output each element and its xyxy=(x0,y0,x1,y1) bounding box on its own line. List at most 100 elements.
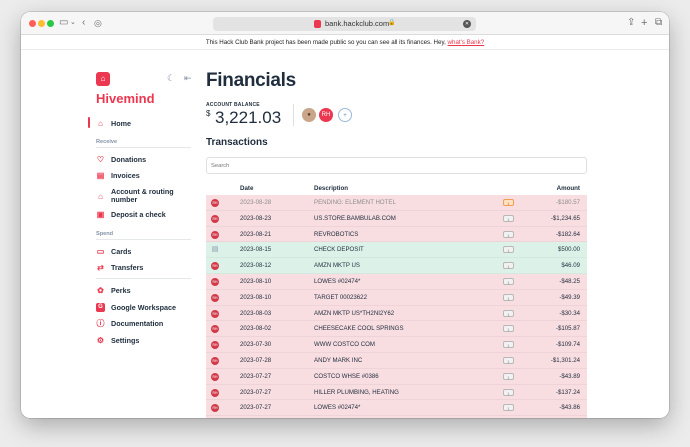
member-avatar-photo[interactable]: ● xyxy=(302,108,316,122)
share-icon[interactable]: ⇪ xyxy=(627,16,635,30)
receipt-badge-icon[interactable]: 1 xyxy=(503,246,514,254)
clear-url-icon[interactable]: ✕ xyxy=(463,20,471,28)
user-avatar: RH xyxy=(211,262,219,271)
table-row[interactable]: RH 2023-07-30 WWW COSTCO COM 1 -$109.74 xyxy=(206,337,587,353)
table-row[interactable]: RH2023-07-26WALMART.COM1-$15.79 xyxy=(206,416,587,418)
sidebar-item-account-routing[interactable]: ⌂ Account & routing number xyxy=(96,187,181,205)
chevron-down-icon[interactable]: ⌄ xyxy=(70,16,76,30)
sidebar-item-cards[interactable]: ▭ Cards xyxy=(96,244,132,258)
table-row[interactable]: RH 2023-08-10 LOWES #02474* 1 -$48.25 xyxy=(206,273,587,290)
organization-name[interactable]: Hivemind xyxy=(96,91,155,106)
table-header: Date Description Amount xyxy=(206,185,587,195)
transaction-date: 2023-07-30 xyxy=(240,341,272,349)
transaction-description: REVROBOTICS xyxy=(314,230,359,238)
sidebar-item-donations[interactable]: ♡ Donations xyxy=(96,152,146,166)
transaction-amount: -$109.74 xyxy=(555,341,580,349)
section-receive-label: Receive xyxy=(96,139,118,145)
sidebar-item-settings[interactable]: ⚙ Settings xyxy=(96,333,139,347)
column-header-amount: Amount xyxy=(556,185,580,192)
table-row[interactable]: RH 2023-07-28 ANDY MARK INC 1 -$1,301.24 xyxy=(206,352,587,369)
table-row[interactable]: RH 2023-08-02 CHEESECAKE COOL SPRINGS 1 -$10… xyxy=(206,321,587,338)
moon-icon[interactable]: ☾ xyxy=(167,73,175,84)
column-header-date: Date xyxy=(240,185,254,192)
browser-window: ▭ ⌄ ‹ ◎ bank.hackclub.com 🔒 ✕ ⇪ + ⧉ This… xyxy=(21,12,669,418)
receipt-badge-icon[interactable]: 1 xyxy=(503,214,514,222)
table-row[interactable]: RH 2023-08-23 US.STORE.BAMBULAB.COM 1 -$1,23… xyxy=(206,210,587,227)
receipt-badge-icon[interactable]: 1 xyxy=(503,404,514,412)
sidebar-item-home[interactable]: ⌂ Home xyxy=(96,116,131,130)
transactions-heading: Transactions xyxy=(206,137,268,148)
active-indicator xyxy=(88,117,90,128)
user-avatar: RH xyxy=(211,214,219,223)
receipt-badge-icon[interactable]: 1 xyxy=(503,293,514,301)
table-row[interactable]: RH 2023-07-27 COSTCO WHSE #0386 1 -$43.89 xyxy=(206,368,587,385)
transaction-date: 2023-08-28 xyxy=(240,199,272,206)
user-avatar: RH xyxy=(211,230,219,239)
receipt-badge-icon[interactable]: 1 xyxy=(503,388,514,396)
transaction-amount: -$1,234.65 xyxy=(550,214,580,222)
add-member-icon[interactable]: + xyxy=(338,108,352,122)
receipt-badge-icon[interactable]: 1 xyxy=(503,309,514,317)
receipt-badge-icon[interactable]: 1 xyxy=(503,372,514,380)
transaction-amount: -$182.64 xyxy=(555,230,580,238)
receipt-badge-icon[interactable]: 1 xyxy=(503,356,514,364)
sidebar-item-google-workspace[interactable]: G Google Workspace xyxy=(96,300,176,314)
url-text: bank.hackclub.com xyxy=(325,19,390,28)
sidebar-item-transfers[interactable]: ⇄ Transfers xyxy=(96,260,143,274)
section-spend-label: Spend xyxy=(96,231,114,237)
transaction-date: 2023-08-03 xyxy=(240,309,272,317)
main-content: Financials ACCOUNT BALANCE $ 3,221.03 ● … xyxy=(205,50,669,418)
search-input[interactable] xyxy=(206,157,587,174)
sidebar-item-perks[interactable]: ✿ Perks xyxy=(96,283,130,297)
bank-logo-icon[interactable]: ⌂ xyxy=(96,72,110,86)
close-window-button[interactable] xyxy=(29,20,36,27)
transaction-description: ANDY MARK INC xyxy=(314,356,363,364)
user-avatar: RH xyxy=(211,199,219,207)
back-icon[interactable]: ‹ xyxy=(82,16,85,30)
page-title: Financials xyxy=(206,70,296,91)
table-row[interactable]: ▤ 2023-08-15 CHECK DEPOSIT 1 $500.00 xyxy=(206,242,587,259)
sidebar: ⌂ ☾ ⇤ Hivemind ⌂ Home Receive ♡ Donation… xyxy=(21,50,201,418)
tab-overview-icon[interactable]: ⧉ xyxy=(655,16,662,30)
user-avatar: RH xyxy=(211,372,219,381)
user-avatar: RH xyxy=(211,325,219,334)
receipt-badge-icon[interactable]: 1 xyxy=(503,325,514,333)
table-row[interactable]: RH 2023-08-28 PENDING: ELEMENT HOTEL 1 -$180… xyxy=(206,195,587,211)
new-tab-icon[interactable]: + xyxy=(641,16,647,30)
check-deposit-icon: ▤ xyxy=(211,246,219,254)
transaction-description: TARGET 00023622 xyxy=(314,293,367,301)
receipt-badge-icon[interactable]: 1 xyxy=(503,277,514,285)
address-bar[interactable]: bank.hackclub.com 🔒 ✕ xyxy=(213,17,476,31)
receipt-badge-icon[interactable]: 1 xyxy=(503,230,514,238)
user-avatar: RH xyxy=(211,341,219,350)
transaction-date: 2023-07-27 xyxy=(240,404,272,412)
table-row[interactable]: RH 2023-08-12 AMZN MKTP US 1 $46.09 xyxy=(206,258,587,274)
transaction-description: WALMART.COM xyxy=(314,416,359,418)
transaction-amount: -$49.39 xyxy=(559,293,580,301)
table-row[interactable]: RH 2023-07-27 HILLER PLUMBING, HEATING 1 -$1… xyxy=(206,384,587,401)
logout-icon[interactable]: ⇤ xyxy=(184,73,192,84)
table-row[interactable]: RH 2023-07-27 LOWES #02474* 1 -$43.86 xyxy=(206,400,587,417)
transaction-amount: $500.00 xyxy=(557,246,580,254)
privacy-shield-icon[interactable]: ◎ xyxy=(94,16,102,30)
receipt-badge-icon[interactable]: 1 xyxy=(503,262,514,270)
member-avatar-initials[interactable]: RH xyxy=(319,108,333,122)
minimize-window-button[interactable] xyxy=(38,20,45,27)
transfer-icon: ⇄ xyxy=(97,262,104,272)
transaction-amount: -$43.86 xyxy=(559,404,580,412)
sidebar-item-documentation[interactable]: ⓘ Documentation xyxy=(96,316,164,330)
table-row[interactable]: RH 2023-08-21 REVROBOTICS 1 -$182.64 xyxy=(206,226,587,243)
table-row[interactable]: RH 2023-08-10 TARGET 00023622 1 -$49.39 xyxy=(206,289,587,306)
sidebar-item-invoices[interactable]: ▤ Invoices xyxy=(96,168,140,182)
zoom-window-button[interactable] xyxy=(47,20,54,27)
transaction-description: US.STORE.BAMBULAB.COM xyxy=(314,214,396,222)
sidebar-toggle-icon[interactable]: ▭ xyxy=(59,16,68,30)
receipt-badge-icon[interactable]: 1 xyxy=(503,199,514,206)
transaction-description: HILLER PLUMBING, HEATING xyxy=(314,388,399,396)
user-avatar: RH xyxy=(211,388,219,397)
sidebar-item-deposit-check[interactable]: ▣ Deposit a check xyxy=(96,207,166,221)
table-row[interactable]: RH 2023-08-03 AMZN MKTP US*TH2NI2Y62 1 -$30.… xyxy=(206,305,587,322)
whats-bank-link[interactable]: what's Bank? xyxy=(448,39,485,46)
receipt-badge-icon[interactable]: 1 xyxy=(503,341,514,349)
balance-value: 3,221.03 xyxy=(215,108,282,127)
